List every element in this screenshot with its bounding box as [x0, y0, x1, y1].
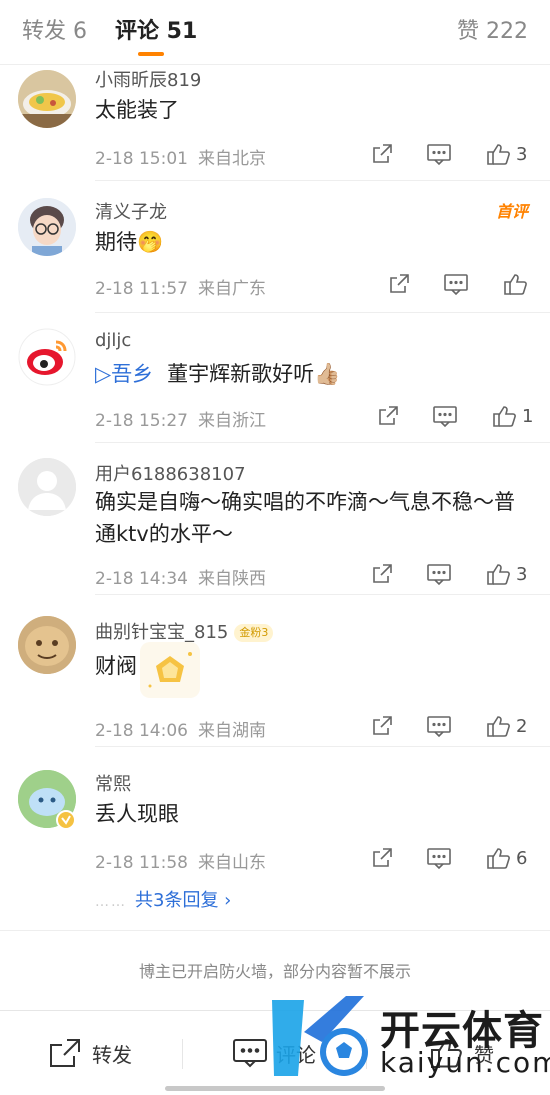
comment-text-body: 董宇辉新歌好听👍🏼: [167, 362, 341, 386]
share-icon[interactable]: [370, 714, 394, 740]
comment-item: 曲别针宝宝_815 金粉3 财阀 2-18 14:06 来自湖南 2: [0, 594, 550, 747]
reply-icon[interactable]: [426, 846, 452, 872]
comment-time: 2-18 15:01: [95, 149, 188, 169]
comment-actions: 2: [370, 714, 532, 740]
tab-like[interactable]: 赞 222: [457, 16, 528, 48]
divider: [0, 930, 550, 931]
like-count: 1: [522, 406, 534, 427]
reply-icon[interactable]: [432, 404, 458, 430]
avatar[interactable]: [18, 458, 76, 516]
like-button[interactable]: 6: [486, 846, 532, 872]
like-button[interactable]: 2: [486, 714, 532, 740]
brand-watermark: 开云体育 kaiyun.com: [268, 992, 550, 1084]
avatar[interactable]: [18, 770, 76, 830]
repost-label: 转发: [92, 1043, 132, 1067]
like-button[interactable]: 3: [486, 562, 532, 588]
replies-count: 共3条回复 ›: [135, 890, 232, 911]
fan-level-badge: 金粉3: [234, 624, 274, 642]
divider: [182, 1039, 183, 1069]
comment-icon: [232, 1037, 268, 1074]
reply-icon[interactable]: [426, 714, 452, 740]
share-icon[interactable]: [370, 562, 394, 588]
comment-tabs: 转发 6 评论 51 赞 222: [0, 0, 550, 65]
music-link[interactable]: ▷吾乡: [95, 362, 153, 386]
comment-username[interactable]: 常熙: [95, 770, 131, 796]
reply-icon[interactable]: [426, 142, 452, 168]
comment-username[interactable]: djljc: [95, 330, 131, 351]
comment-location: 来自北京: [197, 149, 266, 169]
home-indicator[interactable]: [165, 1086, 385, 1091]
comment-meta: 2-18 11:57 来自广东: [95, 274, 266, 299]
comment-item: djljc ▷吾乡 董宇辉新歌好听👍🏼 2-18 15:27 来自浙江 1: [0, 312, 550, 443]
comment-location: 来自山东: [197, 853, 266, 873]
avatar[interactable]: [18, 328, 76, 386]
share-icon[interactable]: [370, 142, 394, 168]
comment-time: 2-18 14:06: [95, 721, 188, 741]
comment-username[interactable]: 用户6188638107: [95, 460, 246, 486]
comment-item: 小雨昕辰819 太能装了 2-18 15:01 来自北京 3: [0, 64, 550, 182]
comment-actions: 3: [370, 562, 532, 588]
comment-username-text[interactable]: 曲别针宝宝_815: [95, 622, 228, 643]
comment-time: 2-18 11:57: [95, 279, 188, 299]
reply-icon[interactable]: [426, 562, 452, 588]
comment-location: 来自湖南: [197, 721, 266, 741]
comment-username: 曲别针宝宝_815 金粉3: [95, 618, 274, 644]
comment-location: 来自陕西: [197, 569, 266, 589]
comment-location: 来自广东: [197, 279, 266, 299]
share-icon[interactable]: [376, 404, 400, 430]
comment-location: 来自浙江: [197, 411, 266, 431]
comment-text: 确实是自嗨～确实唱的不咋滴～气息不稳～普通ktv的水平～: [95, 490, 515, 546]
comment-time: 2-18 11:58: [95, 853, 188, 873]
like-count: 3: [516, 144, 528, 165]
comment-time: 2-18 15:27: [95, 411, 188, 431]
avatar[interactable]: [18, 198, 76, 256]
repost-button[interactable]: 转发: [48, 1033, 158, 1073]
comment-meta: 2-18 14:06 来自湖南: [95, 716, 266, 741]
comment-text: 丢人现眼: [95, 802, 179, 826]
comment-time: 2-18 14:34: [95, 569, 188, 589]
comment-meta: 2-18 15:01 来自北京: [95, 144, 266, 169]
like-count: 2: [516, 716, 528, 737]
comment-text: 太能装了: [95, 98, 179, 122]
watermark-domain: kaiyun.com: [380, 1046, 550, 1079]
sticker-image: [140, 642, 200, 698]
comment-meta: 2-18 14:34 来自陕西: [95, 564, 266, 589]
comment-actions: 1: [376, 404, 534, 430]
comment-actions: [387, 272, 532, 298]
like-button[interactable]: [503, 272, 531, 298]
share-icon[interactable]: [387, 272, 411, 298]
comment-item: 常熙 丢人现眼 2-18 11:58 来自山东 6 …… 共3条回复 ›: [0, 746, 550, 930]
comment-item: 清义子龙 首评 期待🤭 2-18 11:57 来自广东: [0, 182, 550, 313]
comment-actions: 6: [370, 846, 532, 872]
tab-active-indicator: [138, 52, 164, 56]
tab-comment[interactable]: 评论 51: [115, 16, 197, 48]
reply-icon[interactable]: [443, 272, 469, 298]
tab-repost[interactable]: 转发 6: [22, 16, 87, 48]
comment-actions: 3: [370, 142, 532, 168]
like-button[interactable]: 1: [492, 404, 534, 430]
comment-text: 期待🤭: [95, 230, 164, 254]
like-count: 3: [516, 564, 528, 585]
like-count: 6: [516, 848, 528, 869]
firewall-notice: 博主已开启防火墙，部分内容暂不展示: [138, 962, 411, 981]
comment-meta: 2-18 15:27 来自浙江: [95, 406, 266, 431]
avatar[interactable]: [18, 70, 76, 128]
like-button[interactable]: 3: [486, 142, 532, 168]
comment-item: 用户6188638107 确实是自嗨～确实唱的不咋滴～气息不稳～普通ktv的水平…: [0, 442, 550, 595]
comment-meta: 2-18 11:58 来自山东: [95, 848, 266, 873]
share-icon[interactable]: [370, 846, 394, 872]
replies-dots: ……: [95, 894, 127, 910]
view-replies-link[interactable]: …… 共3条回复 ›: [95, 886, 231, 912]
avatar[interactable]: [18, 616, 76, 674]
divider: [95, 180, 550, 181]
first-comment-badge: 首评: [495, 202, 528, 221]
comment-username[interactable]: 清义子龙: [95, 198, 167, 224]
comment-text: ▷吾乡 董宇辉新歌好听👍🏼: [95, 358, 515, 390]
comment-username[interactable]: 小雨昕辰819: [95, 66, 201, 92]
repost-icon: [48, 1037, 82, 1074]
